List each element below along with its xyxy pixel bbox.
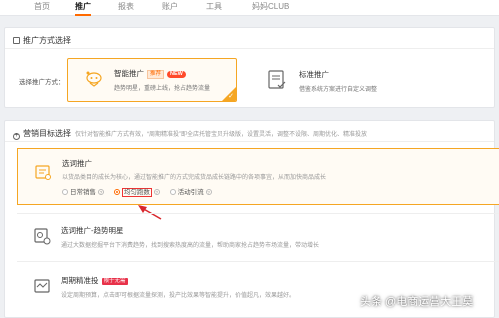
goal-option-title: 周期精准投 [61, 276, 99, 285]
tab-reports[interactable]: 报表 [118, 0, 134, 16]
smart-promo-title-row: 智能推广 推荐 NEW [114, 68, 186, 79]
goal-option-title-row[interactable]: 周期精准投 限于无需 [61, 275, 128, 286]
goal-option-desc: 设定周期预算，点击即可根据流量探测，投产比效果等智能提升，价值超凡，效果越好。 [61, 293, 296, 299]
divider [5, 48, 494, 49]
standard-promo-desc: 借鉴系统方案进行自定义调整 [299, 87, 378, 93]
standard-promo-title[interactable]: 标准推广 [299, 69, 329, 80]
goal-option-desc: 通过大数据挖掘平台下消费趋势，找到搜索热度高的流量，帮助商家抢占趋势市场流量，带… [61, 243, 320, 249]
section-icon [13, 37, 20, 44]
watermark: 头条 @电商运营大王莫 [360, 296, 474, 308]
smart-promo-title: 智能推广 [114, 69, 144, 78]
trend-star-icon [34, 228, 51, 245]
top-nav: 首页 推广 报表 账户 工具 妈妈CLUB [0, 0, 499, 16]
goal-option-title[interactable]: 选词推广-趋势明星 [61, 225, 124, 236]
select-method-label: 选择推广方式： [19, 79, 65, 86]
divider [17, 213, 499, 214]
smart-promo-icon [86, 71, 102, 87]
promo-method-title: 推广方式选择 [23, 36, 71, 45]
status-badge: 限于无需 [101, 278, 128, 285]
check-icon: ✓ [228, 93, 234, 100]
recommend-badge: 推荐 [147, 70, 165, 79]
tab-club[interactable]: 妈妈CLUB [252, 0, 289, 16]
tab-account[interactable]: 账户 [162, 0, 178, 16]
tab-promotion[interactable]: 推广 [75, 0, 91, 16]
marketing-goal-panel: + 营销目标选择 仅针对智能推广方式有效，“周期精准投”即全店托管宝贝升级版，设置灵… [4, 120, 499, 318]
promo-method-header: 推广方式选择 [13, 35, 71, 46]
smart-promotion-card[interactable]: 智能推广 推荐 NEW 趋势明星，重磅上线，抢占趋势流量 ✓ [67, 58, 237, 102]
tab-home[interactable]: 首页 [34, 0, 50, 16]
standard-promo-icon [268, 70, 286, 89]
smart-promo-desc: 趋势明星，重磅上线，抢占趋势流量 [114, 86, 211, 92]
promo-method-panel: 推广方式选择 选择推广方式： 智能推广 推荐 NEW 趋势明星，重磅上线，抢占趋势流… [4, 27, 495, 108]
tab-tools[interactable]: 工具 [206, 0, 222, 16]
cycle-precise-icon [34, 279, 50, 293]
annotation-arrow [138, 205, 162, 220]
new-badge: NEW [167, 71, 186, 78]
divider [17, 261, 499, 262]
